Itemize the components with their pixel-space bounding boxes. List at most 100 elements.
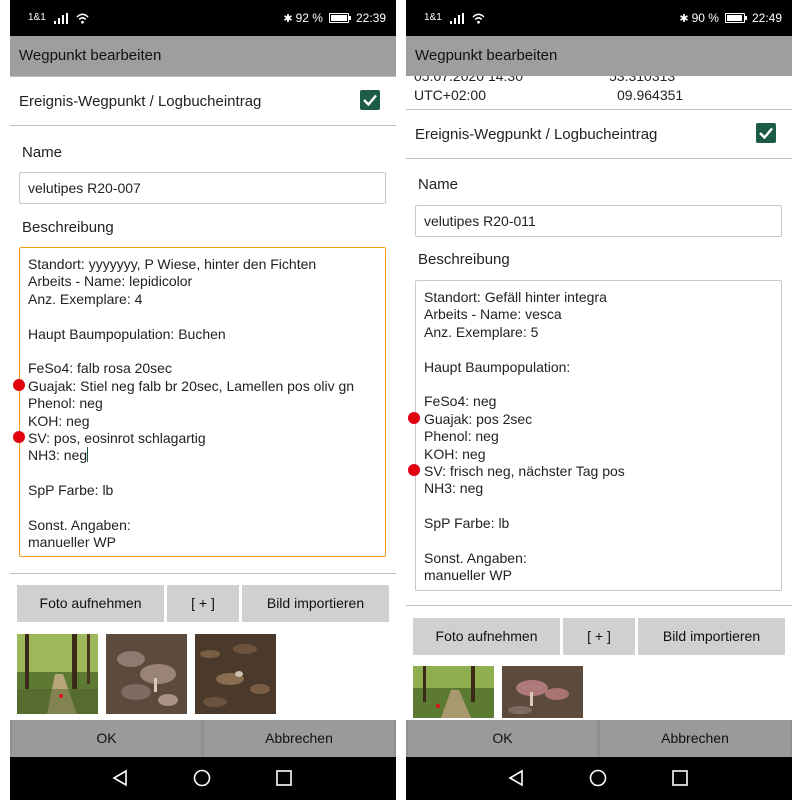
description-line: FeSo4: neg xyxy=(424,393,497,410)
battery-icon xyxy=(328,13,351,23)
home-icon[interactable] xyxy=(589,769,607,787)
description-line: Guajak: pos 2sec xyxy=(424,410,533,427)
ok-button[interactable]: OK xyxy=(12,720,201,757)
dialog-buttons: OK Abbrechen xyxy=(406,720,792,757)
phone-screen-right: 1&1 ✱ 90 % 22:49 Wegpunkt bearbeiten 05.… xyxy=(406,0,792,800)
form-content[interactable]: Ereignis-Wegpunkt / Logbucheintrag Name … xyxy=(10,76,396,719)
name-label: Name xyxy=(418,176,459,193)
description-line: Standort: Gefäll hinter integra xyxy=(424,289,607,305)
description-line: NH3: neg xyxy=(424,480,484,497)
image-button-row: Foto aufnehmen [ + ] Bild importieren xyxy=(413,618,785,655)
description-label: Beschreibung xyxy=(22,219,114,236)
page-title: Wegpunkt bearbeiten xyxy=(10,36,396,76)
annotation-dot xyxy=(408,412,420,424)
recents-icon[interactable] xyxy=(275,769,293,787)
name-field[interactable]: velutipes R20-007 xyxy=(19,172,386,204)
ok-button[interactable]: OK xyxy=(408,720,597,757)
event-waypoint-row[interactable]: Ereignis-Wegpunkt / Logbucheintrag xyxy=(10,76,396,126)
recents-icon[interactable] xyxy=(671,769,689,787)
status-bar: 1&1 ✱ 90 % 22:49 xyxy=(406,0,792,36)
check-icon xyxy=(759,127,773,140)
description-line: Guajak: Stiel neg falb br 20sec, Lamelle… xyxy=(28,377,355,394)
description-line: Standort: yyyyyyy, P Wiese, hinter den F… xyxy=(28,256,317,272)
description-line: manueller WP xyxy=(28,534,116,551)
bluetooth-icon: ✱ xyxy=(283,12,293,25)
description-line: SpP Farbe: lb xyxy=(424,515,510,532)
photo-thumbnail[interactable] xyxy=(195,634,276,714)
description-line: Anz. Exemplare: 4 xyxy=(28,290,143,307)
carrier-label: 1&1 xyxy=(424,12,442,23)
description-line: FeSo4: falb rosa 20sec xyxy=(28,360,172,377)
description-line: KOH: neg xyxy=(28,412,90,429)
datetime-value: 05.07.2020 14:30 xyxy=(414,76,523,84)
name-label: Name xyxy=(22,144,63,161)
description-field[interactable]: Standort: Gefäll hinter integra Arbeits … xyxy=(415,280,782,591)
take-photo-button[interactable]: Foto aufnehmen xyxy=(17,585,164,622)
signal-icon xyxy=(450,13,464,24)
forest-path-image xyxy=(413,666,494,718)
coordinates-block: 05.07.2020 14:30 53.310313 UTC+02:00 09.… xyxy=(414,76,784,108)
add-button[interactable]: [ + ] xyxy=(563,618,635,655)
annotation-dot xyxy=(13,379,25,391)
mushroom-cluster-image xyxy=(502,666,583,718)
description-field[interactable]: Standort: yyyyyyy, P Wiese, hinter den F… xyxy=(19,247,386,557)
cancel-button[interactable]: Abbrechen xyxy=(204,720,394,757)
forest-path-image xyxy=(17,634,98,714)
description-line xyxy=(424,498,773,515)
photo-thumbnail[interactable] xyxy=(502,666,583,718)
description-line: Phenol: neg xyxy=(424,428,499,445)
cancel-button[interactable]: Abbrechen xyxy=(600,720,790,757)
back-icon[interactable] xyxy=(111,769,129,787)
image-button-row: Foto aufnehmen [ + ] Bild importieren xyxy=(17,585,389,622)
annotation-dot xyxy=(13,431,25,443)
import-image-button[interactable]: Bild importieren xyxy=(242,585,389,622)
text-caret xyxy=(87,447,89,463)
event-waypoint-checkbox[interactable] xyxy=(756,123,776,143)
phone-screen-left: 1&1 ✱ 92 % 22:39 Wegpunkt bearbeiten Ere… xyxy=(10,0,396,800)
name-field[interactable]: velutipes R20-011 xyxy=(415,205,782,237)
description-line: KOH: neg xyxy=(424,445,486,462)
check-icon xyxy=(363,94,377,107)
description-line: SpP Farbe: lb xyxy=(28,482,114,499)
description-line xyxy=(424,341,773,358)
description-line xyxy=(28,308,377,325)
take-photo-button[interactable]: Foto aufnehmen xyxy=(413,618,560,655)
divider xyxy=(10,573,396,574)
description-line: Arbeits - Name: vesca xyxy=(424,306,562,323)
event-waypoint-label: Ereignis-Wegpunkt / Logbucheintrag xyxy=(19,93,262,110)
latitude-value: 53.310313 xyxy=(609,76,676,84)
longitude-value: 09.964351 xyxy=(617,87,684,103)
annotation-dot xyxy=(408,464,420,476)
battery-icon xyxy=(724,13,747,23)
description-line: Sonst. Angaben: xyxy=(28,516,131,533)
form-content[interactable]: 05.07.2020 14:30 53.310313 UTC+02:00 09.… xyxy=(406,76,792,719)
carrier-label: 1&1 xyxy=(28,12,46,23)
clock: 22:49 xyxy=(751,11,782,25)
android-navigation-bar xyxy=(10,757,396,800)
description-line: Haupt Baumpopulation: xyxy=(424,358,571,375)
dialog-buttons: OK Abbrechen xyxy=(10,720,396,757)
import-image-button[interactable]: Bild importieren xyxy=(638,618,785,655)
wifi-icon xyxy=(472,13,485,24)
leaf-litter-image xyxy=(195,634,276,714)
back-icon[interactable] xyxy=(507,769,525,787)
signal-icon xyxy=(54,13,68,24)
description-label: Beschreibung xyxy=(418,251,510,268)
event-waypoint-row[interactable]: Ereignis-Wegpunkt / Logbucheintrag xyxy=(406,109,792,159)
event-waypoint-checkbox[interactable] xyxy=(360,90,380,110)
page-title: Wegpunkt bearbeiten xyxy=(406,36,792,76)
description-line xyxy=(424,376,773,393)
description-line: SV: pos, eosinrot schlagartig xyxy=(28,429,206,446)
description-line: Phenol: neg xyxy=(28,395,103,412)
photo-thumbnail[interactable] xyxy=(17,634,98,714)
description-line xyxy=(28,465,377,482)
status-bar: 1&1 ✱ 92 % 22:39 xyxy=(10,0,396,36)
photo-thumbnail[interactable] xyxy=(413,666,494,718)
description-line: SV: frisch neg, nächster Tag pos xyxy=(424,462,625,479)
description-line-text: NH3: neg xyxy=(28,447,88,464)
description-line: Haupt Baumpopulation: Buchen xyxy=(28,325,226,342)
description-line xyxy=(28,343,377,360)
home-icon[interactable] xyxy=(193,769,211,787)
photo-thumbnail[interactable] xyxy=(106,634,187,714)
add-button[interactable]: [ + ] xyxy=(167,585,239,622)
